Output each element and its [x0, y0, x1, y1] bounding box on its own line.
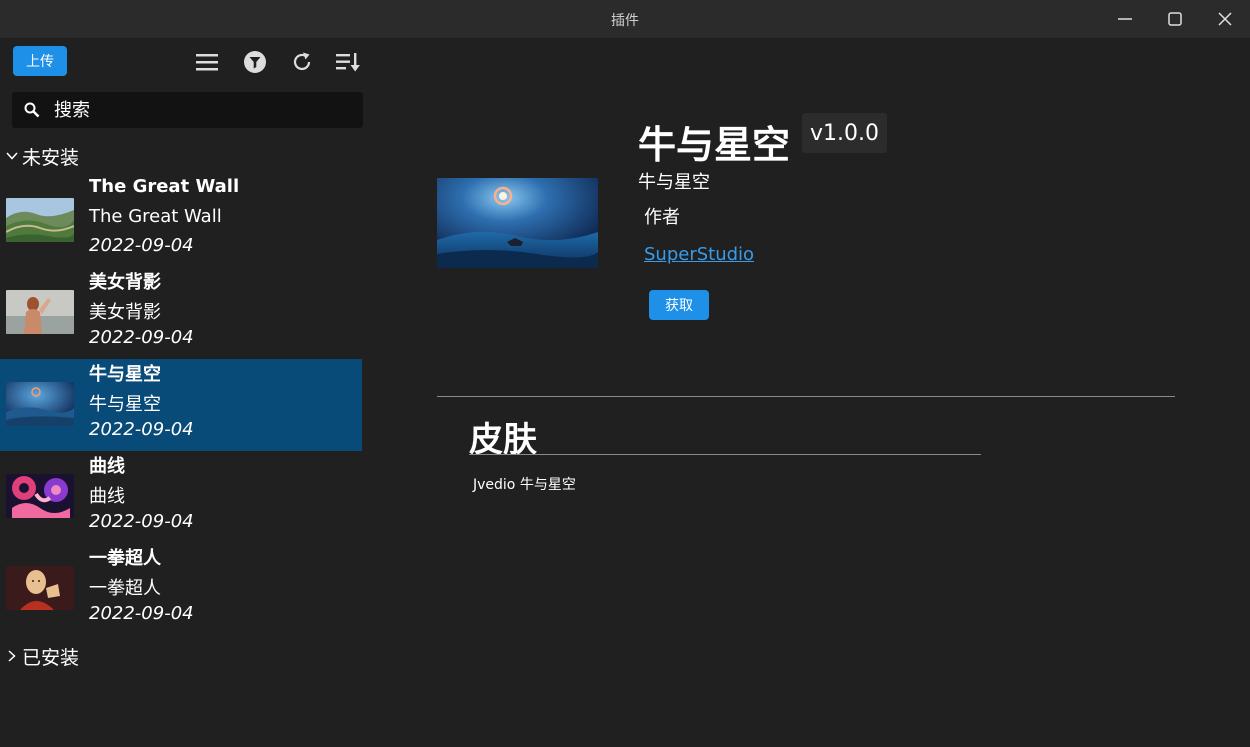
plugin-name: The Great Wall — [89, 176, 240, 197]
plugin-date: 2022-09-04 — [89, 327, 194, 348]
menu-icon — [196, 54, 218, 71]
author-link[interactable]: SuperStudio — [644, 244, 754, 265]
author-label: 作者 — [644, 207, 680, 228]
chevron-down-icon — [6, 152, 18, 160]
plugin-thumbnail — [6, 474, 74, 518]
plugin-thumbnail — [6, 198, 74, 242]
maximize-button[interactable] — [1150, 0, 1200, 38]
plugin-description: 牛与星空 — [89, 394, 161, 415]
group-uninstalled[interactable]: 未安装 — [6, 143, 79, 169]
plugin-date: 2022-09-04 — [89, 235, 194, 256]
filter-icon — [244, 51, 266, 73]
refresh-button[interactable] — [288, 48, 316, 76]
plugin-list: The Great Wall The Great Wall 2022-09-04… — [0, 175, 362, 635]
group-uninstalled-label: 未安装 — [22, 146, 80, 169]
plugin-name: 曲线 — [89, 456, 125, 477]
plugin-name: 牛与星空 — [89, 364, 161, 385]
upload-button[interactable]: 上传 — [13, 46, 67, 76]
section-divider — [469, 454, 981, 455]
plugin-thumbnail — [6, 566, 74, 610]
refresh-icon — [293, 52, 311, 71]
search-input[interactable] — [54, 92, 354, 128]
title-bar: 插件 — [0, 0, 1250, 38]
plugin-description: The Great Wall — [89, 206, 222, 227]
plugin-subtitle: 牛与星空 — [638, 172, 710, 193]
sort-icon — [336, 53, 360, 72]
get-button[interactable]: 获取 — [649, 290, 709, 320]
plugin-thumbnail — [6, 382, 74, 426]
minimize-button[interactable] — [1100, 0, 1150, 38]
plugin-name: 一拳超人 — [89, 548, 161, 569]
close-icon — [1218, 12, 1232, 26]
search-icon — [24, 102, 40, 118]
close-button[interactable] — [1200, 0, 1250, 38]
plugin-date: 2022-09-04 — [89, 419, 194, 440]
plugin-date: 2022-09-04 — [89, 511, 194, 532]
list-view-button[interactable] — [193, 48, 221, 76]
plugin-item-one-punch-man[interactable]: 一拳超人 一拳超人 2022-09-04 — [0, 543, 362, 635]
plugin-item-the-great-wall[interactable]: The Great Wall The Great Wall 2022-09-04 — [0, 175, 362, 267]
section-text: Jvedio 牛与星空 — [473, 477, 576, 493]
plugin-name: 美女背影 — [89, 272, 161, 293]
filter-button[interactable] — [241, 48, 269, 76]
plugin-item-cow-starry-sky[interactable]: 牛与星空 牛与星空 2022-09-04 — [0, 359, 362, 451]
divider — [437, 396, 1175, 397]
plugin-item-curve[interactable]: 曲线 曲线 2022-09-04 — [0, 451, 362, 543]
window-title: 插件 — [611, 13, 639, 29]
plugin-thumbnail — [6, 290, 74, 334]
group-installed[interactable]: 已安装 — [6, 643, 79, 669]
chevron-right-icon — [8, 650, 16, 662]
maximize-icon — [1168, 12, 1182, 26]
minimize-icon — [1118, 18, 1132, 20]
plugin-item-beauty-back[interactable]: 美女背影 美女背影 2022-09-04 — [0, 267, 362, 359]
plugin-description: 曲线 — [89, 486, 125, 507]
plugin-description: 一拳超人 — [89, 578, 161, 599]
group-installed-label: 已安装 — [22, 646, 80, 669]
plugin-preview-image — [437, 178, 598, 268]
version-badge: v1.0.0 — [802, 113, 887, 153]
plugin-description: 美女背影 — [89, 302, 161, 323]
plugin-title: 牛与星空 — [638, 123, 791, 167]
sort-button[interactable] — [334, 48, 362, 76]
plugin-date: 2022-09-04 — [89, 603, 194, 624]
search-box — [12, 92, 363, 128]
